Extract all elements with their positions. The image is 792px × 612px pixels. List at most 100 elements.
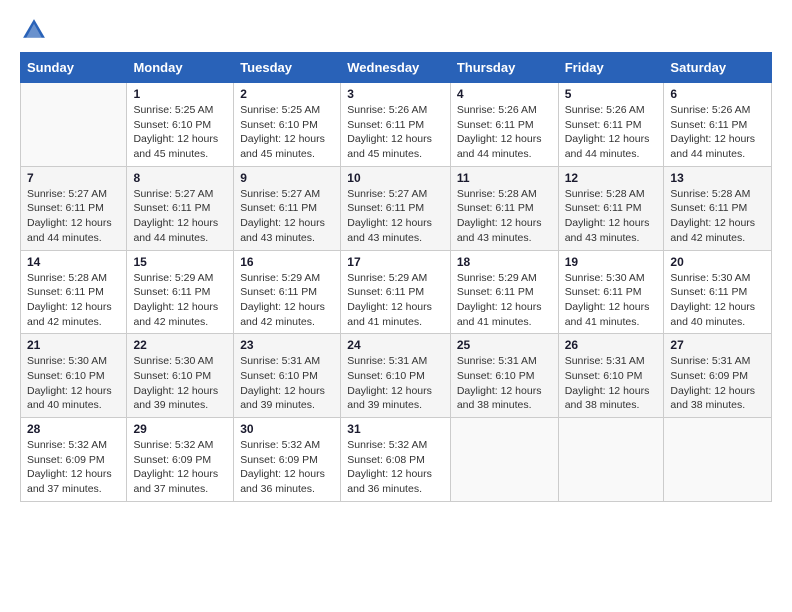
day-cell: 7 Sunrise: 5:27 AMSunset: 6:11 PMDaylight… bbox=[21, 166, 127, 250]
day-info: Sunrise: 5:29 AMSunset: 6:11 PMDaylight:… bbox=[133, 271, 227, 330]
day-cell: 20 Sunrise: 5:30 AMSunset: 6:11 PMDayligh… bbox=[664, 250, 772, 334]
day-cell: 3Sunrise: 5:26 AMSunset: 6:11 PMDaylight… bbox=[341, 83, 451, 167]
day-cell: 26Sunrise: 5:31 AMSunset: 6:10 PMDayligh… bbox=[558, 334, 664, 418]
day-cell: 19 Sunrise: 5:30 AMSunset: 6:11 PMDayligh… bbox=[558, 250, 664, 334]
day-info: Sunrise: 5:28 AMSunset: 6:11 PMDaylight:… bbox=[670, 187, 765, 246]
day-info: Sunrise: 5:28 AMSunset: 6:11 PMDaylight:… bbox=[27, 271, 120, 330]
day-number: 12 bbox=[565, 171, 658, 185]
day-cell: 31 Sunrise: 5:32 AMSunset: 6:08 PMDayligh… bbox=[341, 418, 451, 502]
day-number: 22 bbox=[133, 338, 227, 352]
day-info: Sunrise: 5:28 AMSunset: 6:11 PMDaylight:… bbox=[457, 187, 552, 246]
day-info: Sunrise: 5:26 AMSunset: 6:11 PMDaylight:… bbox=[565, 103, 658, 162]
day-info: Sunrise: 5:30 AMSunset: 6:11 PMDaylight:… bbox=[565, 271, 658, 330]
logo-icon bbox=[20, 16, 48, 44]
day-number: 28 bbox=[27, 422, 120, 436]
day-cell: 25 Sunrise: 5:31 AMSunset: 6:10 PMDayligh… bbox=[450, 334, 558, 418]
calendar-table: Sunday Monday Tuesday Wednesday Thursday… bbox=[20, 52, 772, 502]
day-info: Sunrise: 5:31 AMSunset: 6:10 PMDaylight:… bbox=[240, 354, 334, 413]
day-info: Sunrise: 5:27 AMSunset: 6:11 PMDaylight:… bbox=[240, 187, 334, 246]
header-saturday: Saturday bbox=[664, 53, 772, 83]
day-cell: 2 Sunrise: 5:25 AMSunset: 6:10 PMDaylight… bbox=[234, 83, 341, 167]
day-cell: 8 Sunrise: 5:27 AMSunset: 6:11 PMDaylight… bbox=[127, 166, 234, 250]
header-tuesday: Tuesday bbox=[234, 53, 341, 83]
day-number: 6 bbox=[670, 87, 765, 101]
day-cell bbox=[558, 418, 664, 502]
day-cell: 11Sunrise: 5:28 AMSunset: 6:11 PMDayligh… bbox=[450, 166, 558, 250]
day-info: Sunrise: 5:32 AMSunset: 6:09 PMDaylight:… bbox=[133, 438, 227, 497]
header-row: Sunday Monday Tuesday Wednesday Thursday… bbox=[21, 53, 772, 83]
day-cell: 1Sunrise: 5:25 AMSunset: 6:10 PMDaylight… bbox=[127, 83, 234, 167]
day-cell: 9 Sunrise: 5:27 AMSunset: 6:11 PMDaylight… bbox=[234, 166, 341, 250]
day-info: Sunrise: 5:32 AMSunset: 6:09 PMDaylight:… bbox=[240, 438, 334, 497]
day-info: Sunrise: 5:27 AMSunset: 6:11 PMDaylight:… bbox=[27, 187, 120, 246]
day-number: 26 bbox=[565, 338, 658, 352]
day-info: Sunrise: 5:27 AMSunset: 6:11 PMDaylight:… bbox=[133, 187, 227, 246]
day-info: Sunrise: 5:30 AMSunset: 6:10 PMDaylight:… bbox=[133, 354, 227, 413]
day-number: 31 bbox=[347, 422, 444, 436]
day-info: Sunrise: 5:25 AMSunset: 6:10 PMDaylight:… bbox=[240, 103, 334, 162]
day-info: Sunrise: 5:32 AMSunset: 6:09 PMDaylight:… bbox=[27, 438, 120, 497]
day-info: Sunrise: 5:31 AMSunset: 6:10 PMDaylight:… bbox=[347, 354, 444, 413]
day-cell: 13Sunrise: 5:28 AMSunset: 6:11 PMDayligh… bbox=[664, 166, 772, 250]
day-info: Sunrise: 5:28 AMSunset: 6:11 PMDaylight:… bbox=[565, 187, 658, 246]
header-monday: Monday bbox=[127, 53, 234, 83]
day-number: 29 bbox=[133, 422, 227, 436]
day-cell: 18 Sunrise: 5:29 AMSunset: 6:11 PMDayligh… bbox=[450, 250, 558, 334]
day-number: 14 bbox=[27, 255, 120, 269]
day-info: Sunrise: 5:25 AMSunset: 6:10 PMDaylight:… bbox=[133, 103, 227, 162]
day-number: 30 bbox=[240, 422, 334, 436]
week-row-0: 1Sunrise: 5:25 AMSunset: 6:10 PMDaylight… bbox=[21, 83, 772, 167]
day-info: Sunrise: 5:31 AMSunset: 6:10 PMDaylight:… bbox=[457, 354, 552, 413]
day-cell: 27 Sunrise: 5:31 AMSunset: 6:09 PMDayligh… bbox=[664, 334, 772, 418]
day-cell bbox=[450, 418, 558, 502]
week-row-2: 14 Sunrise: 5:28 AMSunset: 6:11 PMDayligh… bbox=[21, 250, 772, 334]
logo bbox=[20, 16, 52, 44]
day-cell: 14 Sunrise: 5:28 AMSunset: 6:11 PMDayligh… bbox=[21, 250, 127, 334]
header-wednesday: Wednesday bbox=[341, 53, 451, 83]
day-number: 5 bbox=[565, 87, 658, 101]
day-number: 7 bbox=[27, 171, 120, 185]
day-info: Sunrise: 5:30 AMSunset: 6:11 PMDaylight:… bbox=[670, 271, 765, 330]
day-number: 19 bbox=[565, 255, 658, 269]
day-cell: 22 Sunrise: 5:30 AMSunset: 6:10 PMDayligh… bbox=[127, 334, 234, 418]
day-number: 2 bbox=[240, 87, 334, 101]
day-number: 27 bbox=[670, 338, 765, 352]
day-number: 21 bbox=[27, 338, 120, 352]
day-number: 10 bbox=[347, 171, 444, 185]
day-info: Sunrise: 5:31 AMSunset: 6:09 PMDaylight:… bbox=[670, 354, 765, 413]
day-cell bbox=[664, 418, 772, 502]
day-cell: 15 Sunrise: 5:29 AMSunset: 6:11 PMDayligh… bbox=[127, 250, 234, 334]
day-cell: 28 Sunrise: 5:32 AMSunset: 6:09 PMDayligh… bbox=[21, 418, 127, 502]
day-number: 15 bbox=[133, 255, 227, 269]
day-info: Sunrise: 5:27 AMSunset: 6:11 PMDaylight:… bbox=[347, 187, 444, 246]
day-cell: 5 Sunrise: 5:26 AMSunset: 6:11 PMDaylight… bbox=[558, 83, 664, 167]
day-number: 23 bbox=[240, 338, 334, 352]
day-info: Sunrise: 5:32 AMSunset: 6:08 PMDaylight:… bbox=[347, 438, 444, 497]
day-info: Sunrise: 5:26 AMSunset: 6:11 PMDaylight:… bbox=[670, 103, 765, 162]
day-info: Sunrise: 5:30 AMSunset: 6:10 PMDaylight:… bbox=[27, 354, 120, 413]
day-info: Sunrise: 5:26 AMSunset: 6:11 PMDaylight:… bbox=[457, 103, 552, 162]
day-cell bbox=[21, 83, 127, 167]
header bbox=[20, 16, 772, 44]
day-info: Sunrise: 5:29 AMSunset: 6:11 PMDaylight:… bbox=[347, 271, 444, 330]
day-number: 24 bbox=[347, 338, 444, 352]
day-cell: 23 Sunrise: 5:31 AMSunset: 6:10 PMDayligh… bbox=[234, 334, 341, 418]
day-number: 9 bbox=[240, 171, 334, 185]
header-thursday: Thursday bbox=[450, 53, 558, 83]
calendar-header: Sunday Monday Tuesday Wednesday Thursday… bbox=[21, 53, 772, 83]
day-number: 25 bbox=[457, 338, 552, 352]
week-row-3: 21 Sunrise: 5:30 AMSunset: 6:10 PMDayligh… bbox=[21, 334, 772, 418]
day-number: 4 bbox=[457, 87, 552, 101]
day-number: 8 bbox=[133, 171, 227, 185]
day-number: 18 bbox=[457, 255, 552, 269]
day-cell: 21 Sunrise: 5:30 AMSunset: 6:10 PMDayligh… bbox=[21, 334, 127, 418]
week-row-4: 28 Sunrise: 5:32 AMSunset: 6:09 PMDayligh… bbox=[21, 418, 772, 502]
day-number: 20 bbox=[670, 255, 765, 269]
day-cell: 6 Sunrise: 5:26 AMSunset: 6:11 PMDaylight… bbox=[664, 83, 772, 167]
day-info: Sunrise: 5:29 AMSunset: 6:11 PMDaylight:… bbox=[240, 271, 334, 330]
day-cell: 29 Sunrise: 5:32 AMSunset: 6:09 PMDayligh… bbox=[127, 418, 234, 502]
week-row-1: 7 Sunrise: 5:27 AMSunset: 6:11 PMDaylight… bbox=[21, 166, 772, 250]
header-sunday: Sunday bbox=[21, 53, 127, 83]
day-info: Sunrise: 5:29 AMSunset: 6:11 PMDaylight:… bbox=[457, 271, 552, 330]
day-number: 3 bbox=[347, 87, 444, 101]
